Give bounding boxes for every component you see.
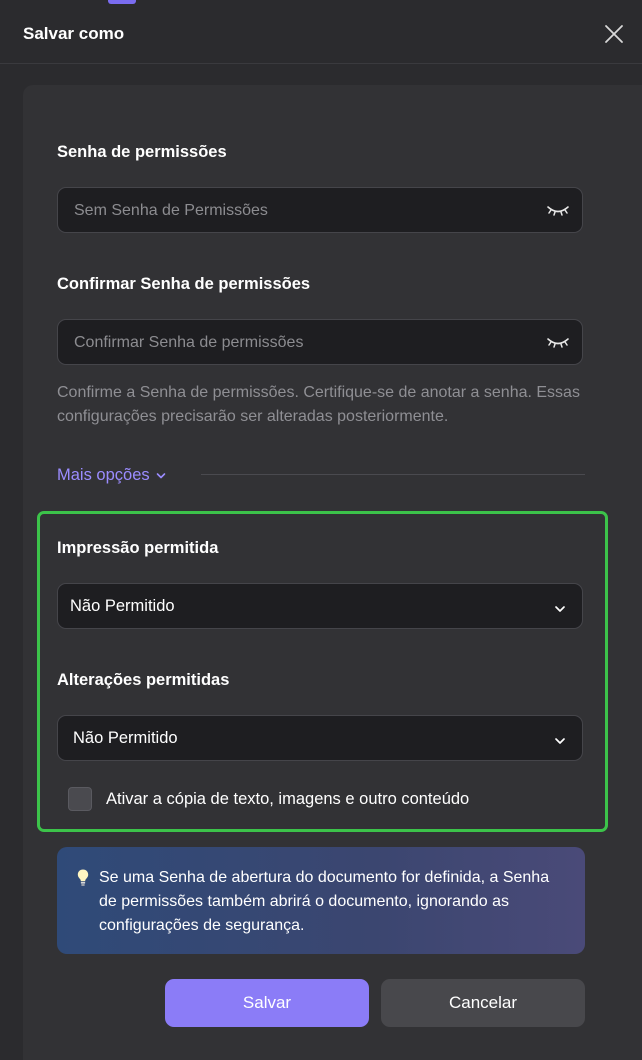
more-options-label: Mais opções [57, 466, 150, 484]
chevron-down-icon [554, 733, 566, 744]
changes-label: Alterações permitidas [57, 671, 230, 689]
cancel-button[interactable]: Cancelar [381, 979, 585, 1027]
confirm-password-input[interactable] [72, 320, 536, 366]
permissions-password-field [57, 187, 583, 234]
printing-selected-value: Não Permitido [70, 597, 175, 615]
save-button[interactable]: Salvar [165, 979, 369, 1027]
chevron-down-icon [554, 601, 566, 612]
confirm-password-field [57, 319, 583, 366]
changes-select[interactable]: Não Permitido [57, 715, 583, 761]
divider [201, 474, 585, 475]
chevron-down-icon [156, 466, 166, 485]
printing-select[interactable]: Não Permitido [57, 583, 583, 629]
permissions-password-input[interactable] [72, 188, 536, 234]
lightbulb-icon [76, 868, 90, 888]
permissions-password-label: Senha de permissões [57, 143, 227, 161]
close-icon[interactable] [600, 20, 628, 48]
printing-label: Impressão permitida [57, 539, 219, 557]
more-options-toggle[interactable]: Mais opções [57, 466, 166, 485]
copy-content-label: Ativar a cópia de texto, imagens e outro… [106, 790, 470, 808]
eye-closed-icon[interactable] [546, 333, 570, 351]
password-hint-text: Confirme a Senha de permissões. Certifiq… [57, 384, 580, 425]
dialog-title: Salvar como [23, 24, 125, 43]
changes-selected-value: Não Permitido [73, 729, 178, 747]
info-text: Se uma Senha de abertura do documento fo… [99, 869, 550, 934]
confirm-password-label: Confirmar Senha de permissões [57, 275, 311, 293]
copy-content-checkbox[interactable] [68, 787, 92, 811]
dialog-header: Salvar como [0, 0, 642, 64]
eye-closed-icon[interactable] [546, 201, 570, 219]
info-banner: Se uma Senha de abertura do documento fo… [57, 847, 585, 954]
